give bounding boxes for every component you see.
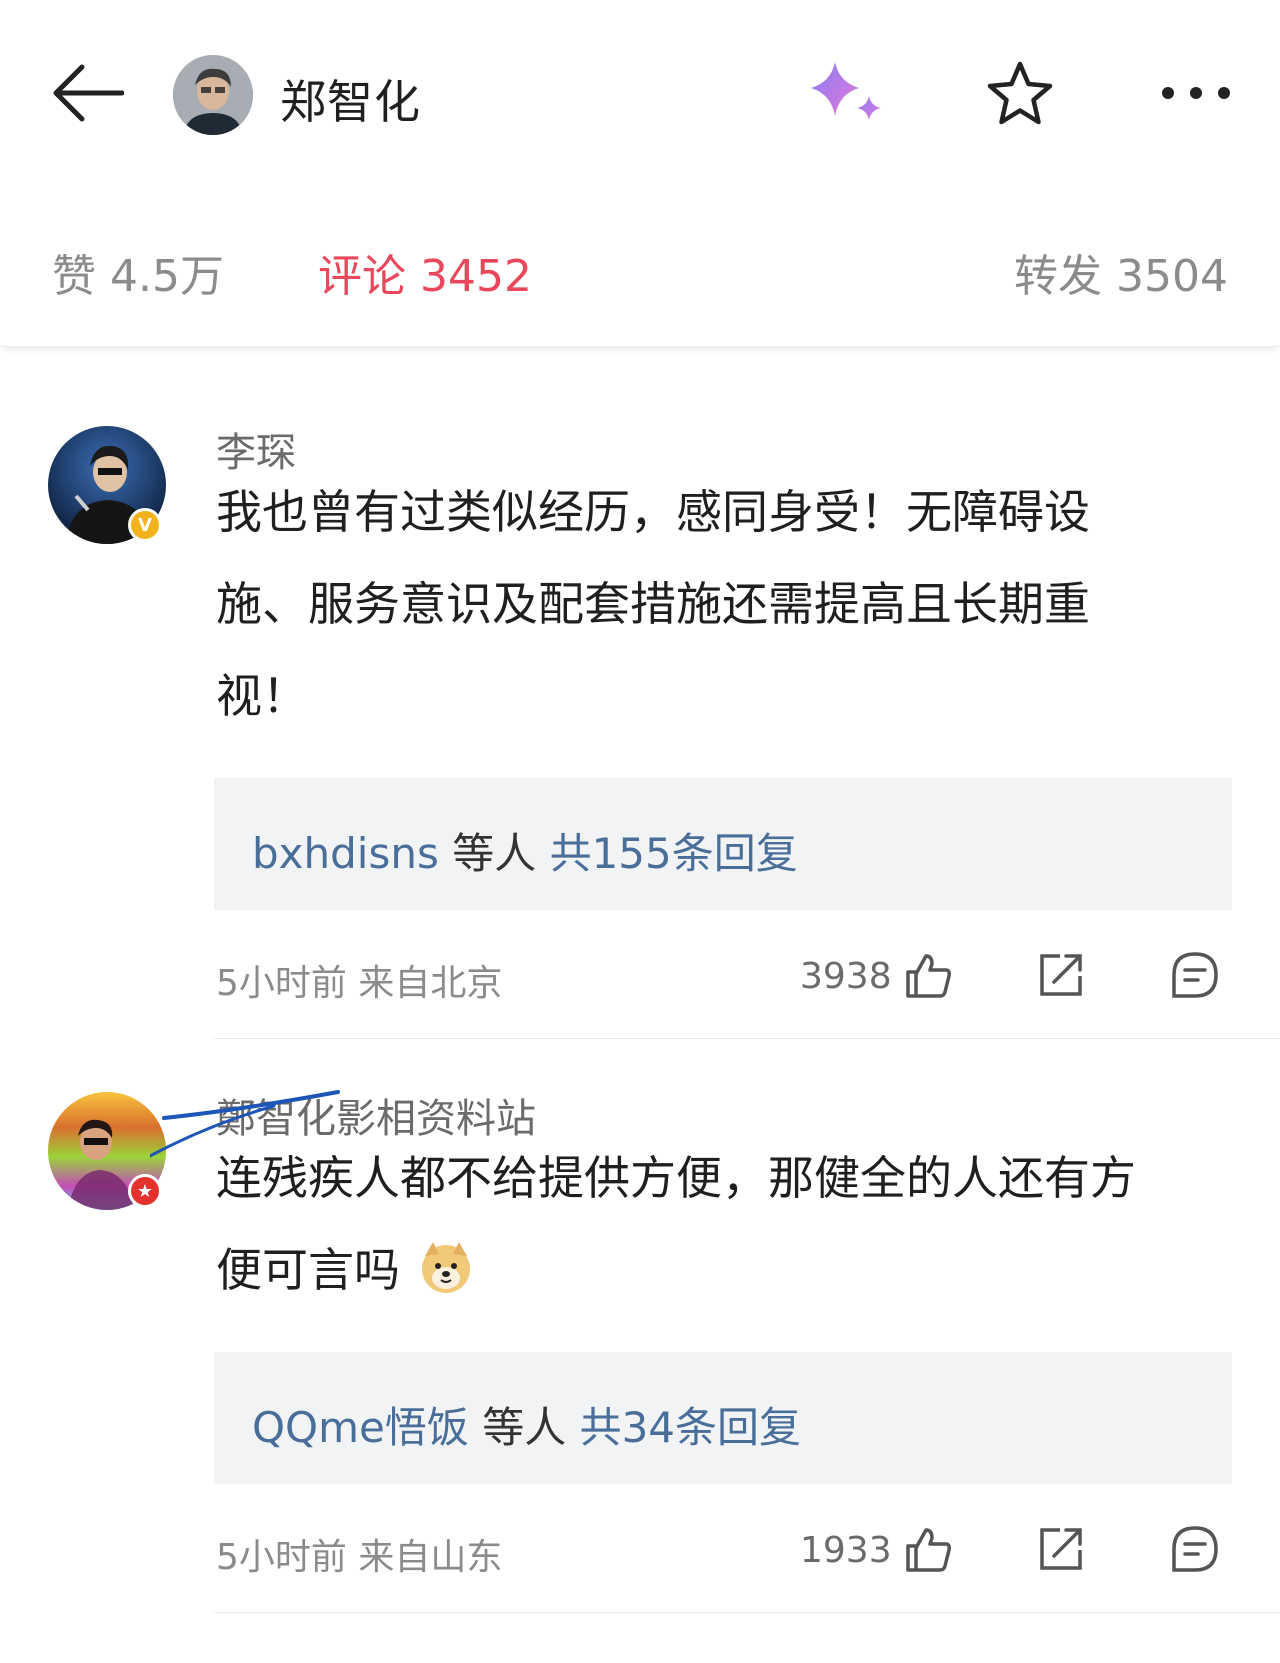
comment-item: ★ 鄭智化影相资料站 连残疾人都不给提供方便，那健全的人还有方 便可言吗 QQm…: [0, 1040, 1280, 1663]
reply-user-link[interactable]: QQme悟饭: [252, 1403, 469, 1452]
comment-text: 连残疾人都不给提供方便，那健全的人还有方 便可言吗: [216, 1132, 1236, 1316]
verified-badge: V: [128, 508, 162, 542]
comment-meta: 5小时前 来自北京: [216, 963, 503, 1004]
comment-item: V 李琛 我也曾有过类似经历，感同身受！无障碍设 施、服务意识及配套措施还需提高…: [0, 346, 1280, 1040]
thumbs-up-icon[interactable]: [904, 950, 954, 1000]
tab-comments[interactable]: 评论 3452: [318, 240, 532, 304]
replies-summary: bxhdisns 等人 共155条回复: [252, 820, 798, 881]
reply-total-link[interactable]: 共155条回复: [550, 829, 798, 878]
divider: [214, 1612, 1280, 1613]
divider: [214, 1038, 1280, 1039]
replies-preview[interactable]: bxhdisns 等人 共155条回复: [214, 778, 1232, 910]
sparkle-icon[interactable]: [805, 58, 895, 130]
doge-emoji: [421, 1242, 470, 1293]
arrow-left-icon[interactable]: [52, 62, 124, 124]
reply-user-link[interactable]: bxhdisns: [252, 829, 439, 878]
comment-text-line: 我也曾有过类似经历，感同身受！无障碍设: [216, 485, 1090, 539]
comment-text-line: 施、服务意识及配套措施还需提高且长期重: [216, 577, 1090, 631]
share-icon[interactable]: [1036, 1524, 1086, 1574]
comment-text-line: 便可言吗: [216, 1224, 1236, 1316]
comment-text-line: 连残疾人都不给提供方便，那健全的人还有方: [216, 1151, 1136, 1205]
star-icon[interactable]: [984, 58, 1056, 130]
comment-icon[interactable]: [1170, 1524, 1220, 1574]
thumbs-up-icon[interactable]: [904, 1524, 954, 1574]
stats-bar: 赞 4.5万 评论 3452 转发 3504: [0, 190, 1280, 347]
comment-text-part: 便可言吗: [216, 1243, 400, 1297]
replies-summary: QQme悟饭 等人 共34条回复: [252, 1394, 801, 1455]
like-count: 3938: [800, 956, 892, 997]
comment-meta: 5小时前 来自山东: [216, 1537, 503, 1578]
comment-icon[interactable]: [1170, 950, 1220, 1000]
tab-reposts[interactable]: 转发 3504: [1014, 240, 1228, 304]
member-badge: ★: [128, 1174, 162, 1208]
more-dots-icon[interactable]: [1160, 78, 1232, 108]
reply-mid-text: 等人: [468, 1403, 580, 1452]
comment-text-line: 视！: [216, 669, 308, 723]
top-bar: 郑智化: [0, 0, 1280, 190]
tab-likes[interactable]: 赞 4.5万: [52, 240, 224, 304]
replies-preview[interactable]: QQme悟饭 等人 共34条回复: [214, 1352, 1232, 1484]
reply-total-link[interactable]: 共34条回复: [580, 1403, 801, 1452]
reply-mid-text: 等人: [438, 829, 550, 878]
share-icon[interactable]: [1036, 950, 1086, 1000]
author-avatar[interactable]: [173, 55, 253, 135]
comment-text: 我也曾有过类似经历，感同身受！无障碍设 施、服务意识及配套措施还需提高且长期重 …: [216, 466, 1236, 742]
like-count: 1933: [800, 1530, 892, 1571]
author-name[interactable]: 郑智化: [280, 66, 421, 132]
